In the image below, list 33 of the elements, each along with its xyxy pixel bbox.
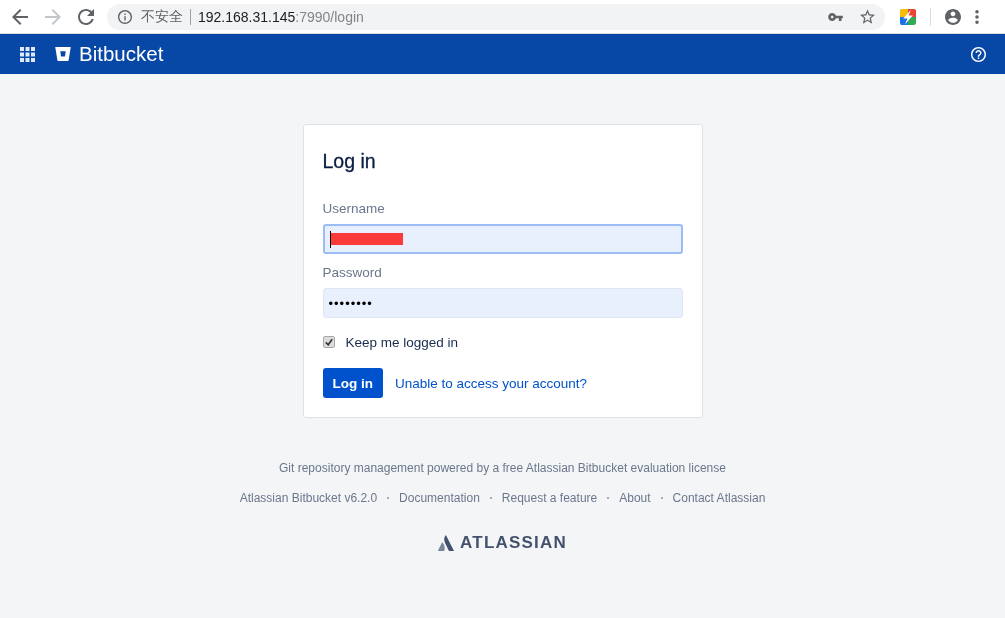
security-label: 不安全 (141, 7, 183, 26)
footer-link[interactable]: Documentation (399, 490, 480, 506)
product-name[interactable]: Bitbucket (79, 42, 164, 66)
remember-checkbox[interactable] (322, 336, 335, 348)
field-label: Username (322, 200, 386, 218)
atlassian-wordmark: ATLASSIAN (460, 533, 567, 553)
footer-link[interactable]: Request a feature (501, 490, 598, 506)
help-icon[interactable] (971, 46, 986, 62)
app-grid-icon[interactable] (20, 46, 35, 62)
back-arrow-icon[interactable] (12, 8, 28, 25)
address-bar[interactable]: 不安全 192.168.31.145:7990/login (107, 3, 885, 30)
username-field[interactable] (322, 224, 683, 254)
version-text: Atlassian Bitbucket v6.2.0 (239, 490, 378, 506)
account-help-link[interactable]: Unable to access your account? (395, 375, 588, 391)
password-field[interactable]: •••••••• (322, 288, 683, 318)
license-note: Git repository management powered by a free Atlassian Bitbucket evaluation license (279, 460, 726, 476)
text-cursor-icon (329, 230, 331, 248)
url-text: 192.168.31.145:7990/login (198, 8, 364, 25)
footer-link[interactable]: Contact Atlassian (672, 490, 766, 506)
login-button[interactable]: Log in (322, 368, 383, 398)
star-outline-icon[interactable] (860, 9, 875, 24)
field-label: Password (322, 264, 383, 282)
more-menu-icon[interactable] (975, 9, 979, 24)
reload-icon[interactable] (78, 8, 94, 25)
account-icon[interactable] (945, 8, 961, 25)
info-icon[interactable] (118, 9, 132, 24)
checkbox-label: Keep me logged in (345, 334, 459, 350)
lightning-extension-icon[interactable] (900, 8, 916, 25)
key-icon[interactable] (828, 12, 843, 21)
bucket-logo-icon[interactable] (55, 47, 71, 61)
login-title: Log in (322, 149, 377, 173)
footer-link[interactable]: About (619, 490, 651, 506)
atlassian-logo-icon (438, 535, 455, 551)
